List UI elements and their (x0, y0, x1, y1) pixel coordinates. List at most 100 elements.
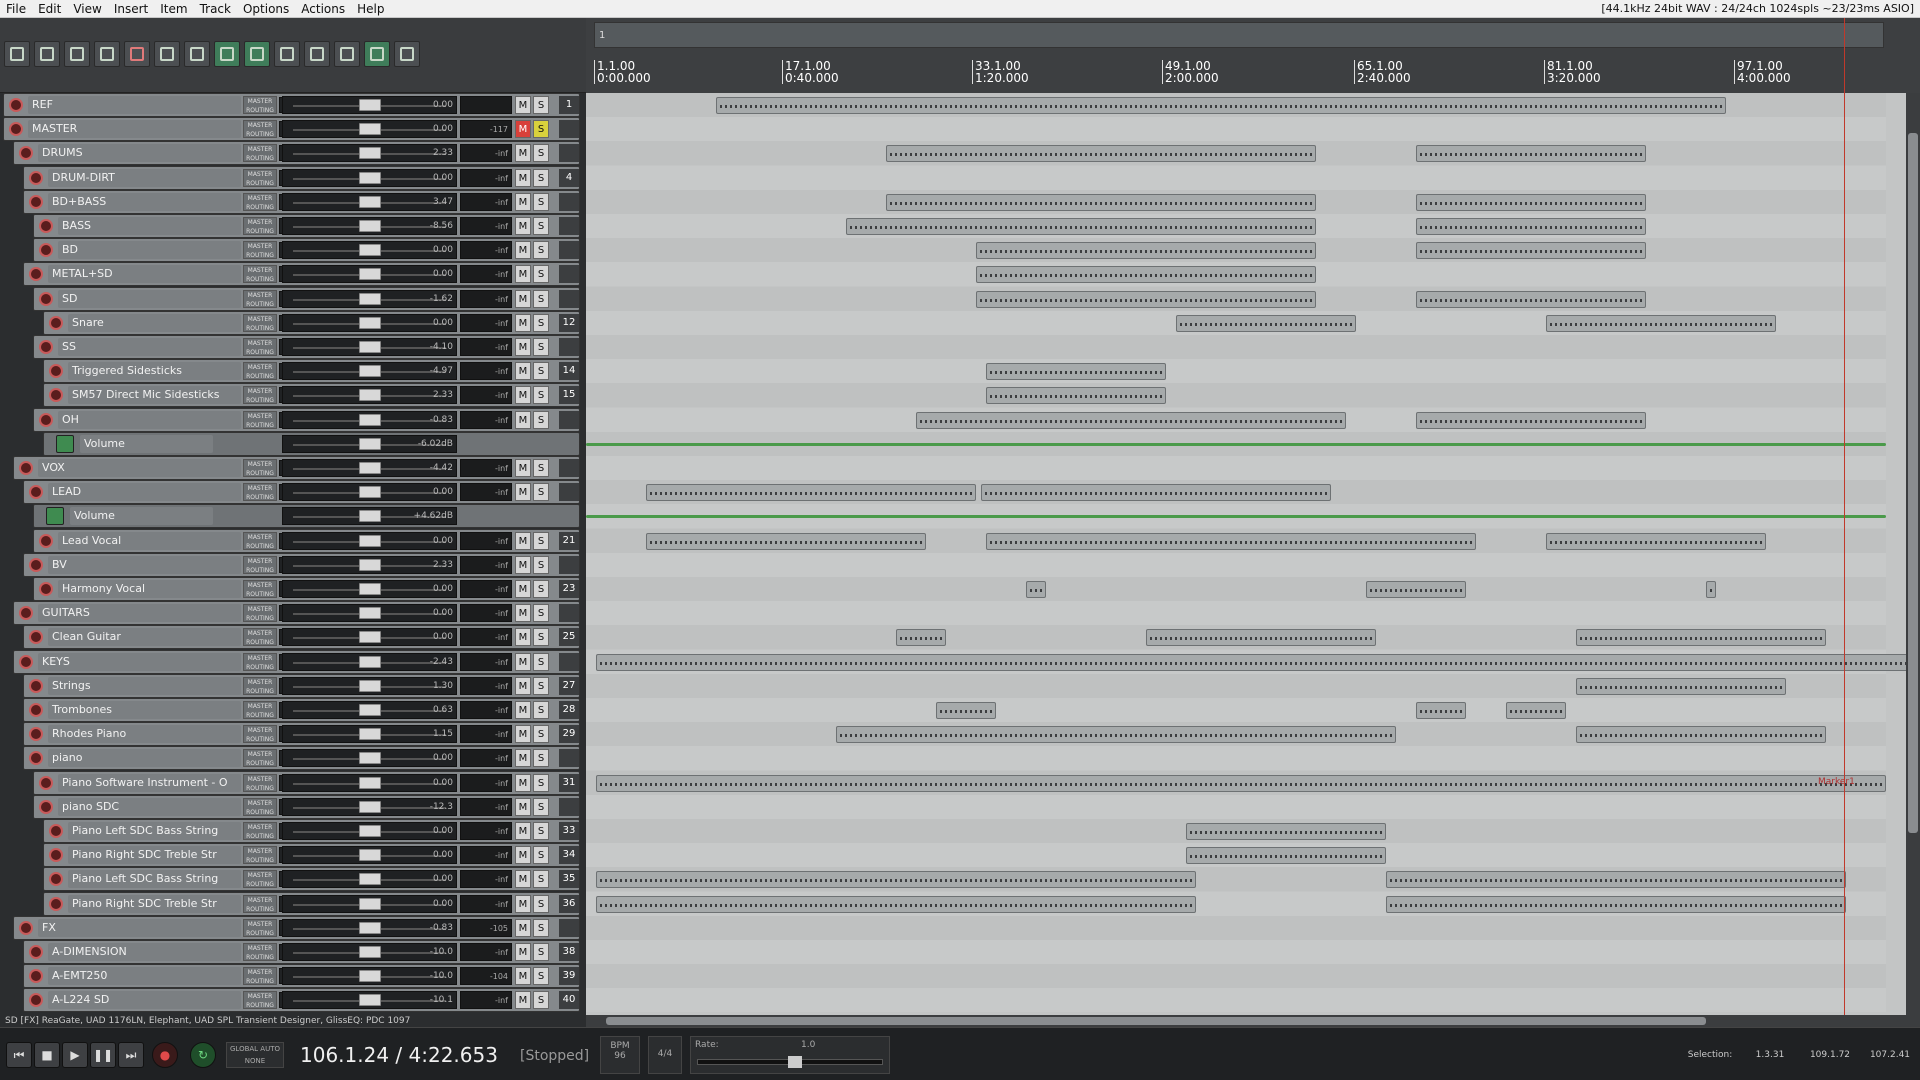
mute-button[interactable]: M (515, 144, 531, 162)
track-header[interactable]: StringsMASTER ROUTINGI/O1.30-infMS27 (23, 674, 580, 698)
loop-region-bar[interactable]: 1 (594, 22, 1884, 48)
volume-fader-knob[interactable] (359, 196, 381, 208)
rate-slider-knob[interactable] (788, 1056, 802, 1068)
solo-button[interactable]: S (533, 870, 549, 888)
mute-button[interactable]: M (515, 338, 531, 356)
record-arm-icon[interactable] (29, 485, 43, 499)
routing-label[interactable]: MASTER ROUTING (243, 459, 277, 477)
metronome-icon[interactable] (184, 41, 210, 67)
track-lane[interactable] (586, 916, 1886, 940)
media-item[interactable] (1546, 533, 1766, 550)
media-item[interactable] (596, 775, 1886, 792)
grid-icon[interactable] (244, 41, 270, 67)
time-signature-box[interactable]: 4/4 (648, 1036, 682, 1074)
media-item[interactable] (976, 242, 1316, 259)
record-arm-icon[interactable] (19, 146, 33, 160)
solo-button[interactable]: S (533, 798, 549, 816)
solo-button[interactable]: S (533, 895, 549, 913)
record-arm-icon[interactable] (29, 727, 43, 741)
volume-fader[interactable]: -0.83 (282, 411, 457, 429)
routing-label[interactable]: MASTER ROUTING (243, 290, 277, 308)
volume-fader[interactable]: -1.62 (282, 290, 457, 308)
project-marker[interactable]: Marker1 (1818, 777, 1855, 787)
track-name[interactable]: Rhodes Piano (48, 725, 241, 743)
global-automation-button[interactable]: GLOBAL AUTO NONE (226, 1042, 284, 1068)
snap-icon[interactable] (214, 41, 240, 67)
track-lane[interactable] (586, 940, 1886, 964)
solo-button[interactable]: S (533, 265, 549, 283)
volume-fader[interactable]: 0.00 (282, 895, 457, 913)
track-header[interactable]: pianoMASTER ROUTINGI/O0.00-infMS (23, 746, 580, 770)
track-lane[interactable] (586, 795, 1886, 819)
mute-button[interactable]: M (515, 822, 531, 840)
volume-fader[interactable]: 2.33 (282, 144, 457, 162)
track-name[interactable]: LEAD (48, 483, 241, 501)
volume-fader-knob[interactable] (359, 922, 381, 934)
media-item[interactable] (981, 484, 1331, 501)
mute-button[interactable]: M (515, 483, 531, 501)
track-name[interactable]: MASTER (28, 120, 241, 138)
track-header[interactable]: DRUM-DIRTMASTER ROUTINGI/O0.00-infMS4 (23, 166, 580, 190)
routing-label[interactable]: MASTER ROUTING (243, 265, 277, 283)
record-arm-icon[interactable] (39, 776, 53, 790)
volume-fader[interactable]: -10.0 (282, 967, 457, 985)
track-name[interactable]: Piano Right SDC Treble Str (68, 846, 241, 864)
mute-button[interactable]: M (515, 919, 531, 937)
media-item[interactable] (886, 145, 1316, 162)
mute-button[interactable]: M (515, 677, 531, 695)
track-lane[interactable] (586, 456, 1886, 480)
record-arm-icon[interactable] (29, 751, 43, 765)
volume-fader[interactable]: 0.00 (282, 265, 457, 283)
volume-fader[interactable]: 0.00 (282, 822, 457, 840)
mute-button[interactable]: M (515, 459, 531, 477)
routing-label[interactable]: MASTER ROUTING (243, 653, 277, 671)
mute-button[interactable]: M (515, 96, 531, 114)
mute-button[interactable]: M (515, 386, 531, 404)
track-name[interactable]: BASS (58, 217, 241, 235)
solo-button[interactable]: S (533, 96, 549, 114)
volume-fader[interactable]: -8.56 (282, 217, 457, 235)
media-item[interactable] (716, 97, 1726, 114)
horizontal-scrollbar[interactable] (586, 1015, 1920, 1027)
solo-button[interactable]: S (533, 459, 549, 477)
routing-label[interactable]: MASTER ROUTING (243, 483, 277, 501)
record-arm-icon[interactable] (39, 534, 53, 548)
track-lane[interactable] (586, 553, 1886, 577)
media-item[interactable] (986, 363, 1166, 380)
solo-button[interactable]: S (533, 604, 549, 622)
solo-button[interactable]: S (533, 653, 549, 671)
media-item[interactable] (846, 218, 1316, 235)
volume-fader[interactable]: 0.00 (282, 120, 457, 138)
volume-fader-knob[interactable] (359, 341, 381, 353)
track-name[interactable]: OH (58, 411, 241, 429)
track-name[interactable]: BD+BASS (48, 193, 241, 211)
routing-label[interactable]: MASTER ROUTING (243, 169, 277, 187)
volume-fader-knob[interactable] (359, 583, 381, 595)
record-arm-icon[interactable] (9, 98, 23, 112)
solo-button[interactable]: S (533, 919, 549, 937)
media-item[interactable] (986, 533, 1476, 550)
routing-label[interactable]: MASTER ROUTING (243, 580, 277, 598)
mute-button[interactable]: M (515, 798, 531, 816)
media-item[interactable] (1186, 847, 1386, 864)
media-item[interactable] (1506, 702, 1566, 719)
volume-fader-knob[interactable] (359, 680, 381, 692)
volume-fader-knob[interactable] (359, 559, 381, 571)
track-lane[interactable] (586, 746, 1886, 770)
ripple-edit-icon[interactable] (274, 41, 300, 67)
routing-label[interactable]: MASTER ROUTING (243, 798, 277, 816)
mute-button[interactable]: M (515, 265, 531, 283)
track-lanes[interactable]: Marker1 (586, 93, 1920, 1015)
solo-button[interactable]: S (533, 774, 549, 792)
track-header[interactable]: Piano Left SDC Bass String MASTER ROUTING… (43, 819, 580, 843)
mute-button[interactable]: M (515, 628, 531, 646)
solo-button[interactable]: S (533, 338, 549, 356)
media-item[interactable] (986, 387, 1166, 404)
record-arm-icon[interactable] (29, 267, 43, 281)
track-header[interactable]: FXMASTER ROUTINGI/O-0.83-105MS (13, 916, 580, 940)
solo-button[interactable]: S (533, 556, 549, 574)
routing-label[interactable]: MASTER ROUTING (243, 193, 277, 211)
volume-fader[interactable]: -4.42 (282, 459, 457, 477)
mute-button[interactable]: M (515, 604, 531, 622)
volume-envelope-line[interactable] (586, 515, 1886, 518)
